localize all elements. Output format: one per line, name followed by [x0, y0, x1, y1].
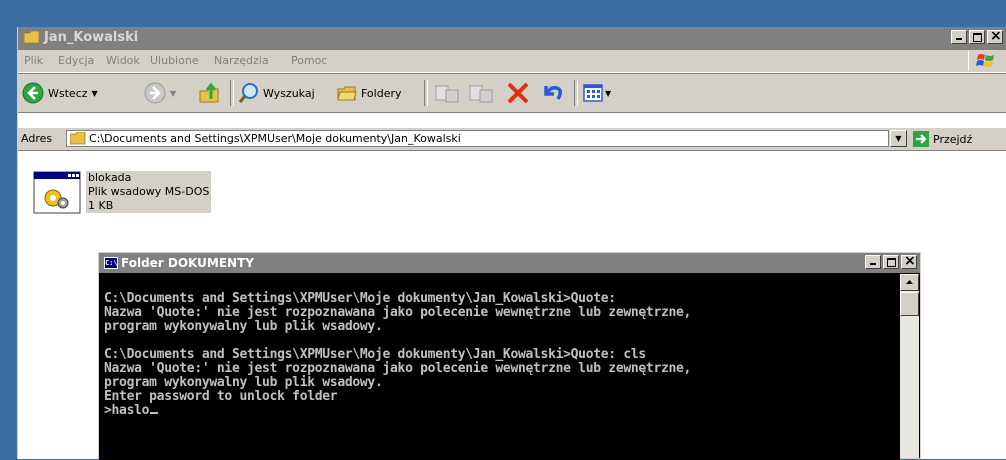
console-prompt-line[interactable]: >haslo [104, 403, 159, 418]
back-button[interactable]: Wstecz ▼ [22, 79, 98, 107]
move-to-icon [435, 85, 459, 103]
search-icon [238, 83, 258, 103]
folders-icon [337, 86, 357, 101]
menu-help[interactable]: Pomoc [291, 54, 327, 67]
console-minimize-button[interactable] [865, 255, 881, 269]
console-line: Nazwa 'Quote:' nie jest rozpoznawana jak… [104, 361, 692, 376]
copy-to-button[interactable] [468, 79, 494, 107]
menu-edit[interactable]: Edycja [58, 54, 94, 67]
console-icon: C:\ [104, 257, 118, 269]
file-name: blokada [88, 171, 132, 184]
menu-view[interactable]: Widok [106, 54, 140, 67]
standard-toolbar: Wstecz ▼ ▼ Wyszukaj Foldery ▼ [18, 73, 1006, 113]
forward-dropdown-icon[interactable]: ▼ [170, 89, 176, 98]
go-label: Przejdź [933, 132, 973, 146]
folder-icon [70, 132, 86, 145]
address-input[interactable]: C:\Documents and Settings\XPMUser\Moje d… [66, 130, 889, 147]
console-line: program wykonywalny lub plik wsadowy. [104, 375, 383, 390]
console-title-bar[interactable]: C:\ Folder DOKUMENTY [99, 253, 920, 273]
scroll-up-button[interactable] [900, 274, 919, 291]
console-input: >haslo [104, 403, 150, 418]
views-dropdown-icon[interactable]: ▼ [605, 89, 611, 98]
address-label: Adres [21, 132, 53, 145]
toolbar-separator [574, 80, 578, 106]
menu-tools[interactable]: Narzędzia [214, 54, 269, 67]
back-label: Wstecz [48, 86, 88, 100]
back-arrow-icon [22, 82, 44, 104]
delete-button[interactable] [506, 79, 530, 107]
folder-icon [24, 31, 40, 44]
undo-button[interactable] [540, 79, 564, 107]
address-bar: Adres C:\Documents and Settings\XPMUser\… [18, 128, 1006, 151]
go-button[interactable]: Przejdź [913, 130, 972, 148]
scroll-thumb[interactable] [900, 292, 919, 316]
up-folder-icon [199, 82, 219, 103]
batch-file-icon[interactable] [32, 171, 84, 215]
windows-logo-icon [968, 51, 1003, 71]
desktop-background [0, 0, 1006, 24]
console-maximize-button[interactable] [883, 255, 899, 269]
go-arrow-icon [913, 131, 929, 147]
back-dropdown-icon[interactable]: ▼ [92, 89, 98, 98]
address-dropdown-button[interactable]: ▼ [890, 130, 907, 147]
console-line: Enter password to unlock folder [104, 389, 338, 404]
toolbar-separator [424, 80, 428, 106]
console-title: Folder DOKUMENTY [121, 256, 254, 270]
search-button[interactable]: Wyszukaj [238, 79, 315, 107]
delete-x-icon [507, 82, 529, 104]
console-output[interactable]: C:\Documents and Settings\XPMUser\Moje d… [99, 274, 900, 460]
console-line: program wykonywalny lub plik wsadowy. [104, 319, 383, 334]
window-title: Jan_Kowalski [44, 30, 139, 45]
maximize-button[interactable] [969, 30, 985, 44]
minimize-button[interactable] [951, 30, 967, 44]
menu-bar: Plik Edycja Widok Ulubione Narzędzia Pom… [18, 50, 1006, 73]
explorer-title-bar[interactable]: Jan_Kowalski [18, 27, 1006, 50]
text-cursor [150, 412, 159, 414]
chevron-up-icon [906, 280, 913, 284]
console-line: C:\Documents and Settings\XPMUser\Moje d… [104, 291, 616, 306]
folders-label: Foldery [361, 86, 402, 100]
console-window[interactable]: C:\ Folder DOKUMENTY C:\Documents and Se… [98, 252, 921, 460]
console-close-button[interactable] [901, 253, 917, 269]
console-scrollbar[interactable] [900, 274, 919, 458]
forward-button[interactable]: ▼ [144, 79, 176, 107]
folders-button[interactable]: Foldery [336, 79, 402, 107]
file-size: 1 KB [88, 199, 114, 212]
up-folder-button[interactable] [198, 79, 220, 107]
forward-arrow-icon [144, 82, 166, 104]
views-button[interactable]: ▼ [582, 79, 611, 107]
move-to-button[interactable] [434, 79, 460, 107]
console-line: C:\Documents and Settings\XPMUser\Moje d… [104, 347, 646, 362]
close-button[interactable] [987, 28, 1003, 44]
file-type: Plik wsadowy MS-DOS [88, 185, 210, 198]
menu-file[interactable]: Plik [24, 54, 43, 67]
file-label[interactable]: blokada Plik wsadowy MS-DOS 1 KB [86, 171, 212, 213]
copy-to-icon [469, 85, 493, 103]
console-line: Nazwa 'Quote:' nie jest rozpoznawana jak… [104, 305, 692, 320]
search-label: Wyszukaj [263, 86, 315, 100]
undo-icon [544, 85, 563, 100]
address-value: C:\Documents and Settings\XPMUser\Moje d… [89, 132, 461, 145]
views-icon [583, 84, 603, 102]
menu-favorites[interactable]: Ulubione [150, 54, 199, 67]
toolbar-separator [230, 80, 234, 106]
